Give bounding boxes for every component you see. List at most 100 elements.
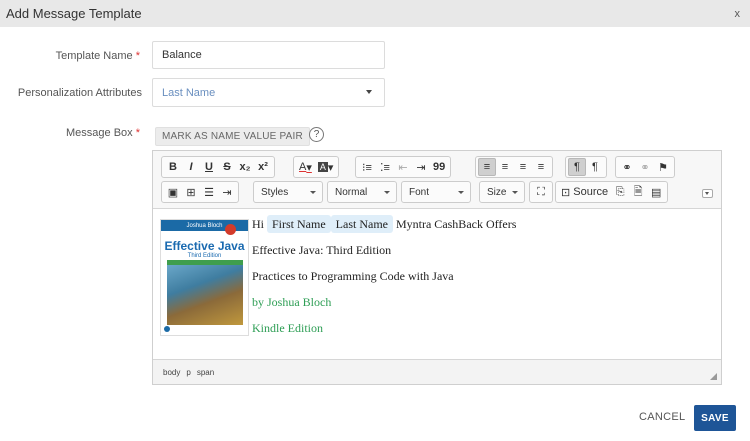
content-line-4: by Joshua Bloch [252, 295, 332, 309]
new-page-icon[interactable]: ▤ [647, 183, 665, 201]
edition-badge [225, 224, 236, 235]
align-center-button[interactable]: ≡ [496, 158, 514, 176]
outdent-button[interactable]: ⇤ [394, 158, 412, 176]
styles-dropdown-label: Styles [261, 186, 289, 198]
book-edition: Third Edition [187, 253, 222, 259]
rtl-button[interactable]: ¶ [586, 158, 604, 176]
help-icon[interactable]: ? [309, 127, 324, 142]
dialog-title: Add Message Template [6, 6, 142, 21]
content-line-5: Kindle Edition [252, 321, 323, 335]
last-name-token[interactable]: Last Name [330, 215, 393, 233]
chevron-down-icon [310, 191, 316, 194]
align-group: ≡ ≡ ≡ ≡ [475, 156, 553, 178]
editor-toolbar: B I U S x₂ x² A▾ A▾ ⁝≡ ⁚≡ ⇤ ⇥ 99 ≡ ≡ ≡ [153, 151, 721, 209]
align-left-button[interactable]: ≡ [478, 158, 496, 176]
format-dropdown[interactable]: Normal [327, 181, 397, 203]
personalization-label-text: Personalization Attributes [17, 87, 142, 99]
preview-icon[interactable]: 🗎 [629, 183, 647, 201]
editor-content[interactable]: Joshua Bloch Effective Java Third Editio… [153, 209, 721, 359]
table-icon[interactable]: ⊞ [182, 183, 200, 201]
personalization-label: Personalization Attributes [10, 87, 142, 99]
element-path-bar: body p span [153, 359, 721, 384]
image-icon[interactable]: ▣ [164, 183, 182, 201]
rich-text-editor: B I U S x₂ x² A▾ A▾ ⁝≡ ⁚≡ ⇤ ⇥ 99 ≡ ≡ ≡ [152, 150, 722, 385]
cancel-button[interactable]: CANCEL [639, 411, 685, 423]
maximize-group: ⛶ [529, 181, 553, 203]
source-button[interactable]: ⊡ Source [558, 183, 611, 201]
content-line-2: Effective Java: Third Edition [252, 243, 392, 257]
template-name-value: Balance [162, 49, 202, 61]
path-body[interactable]: body [163, 368, 180, 377]
bold-button[interactable]: B [164, 158, 182, 176]
format-dropdown-label: Normal [335, 186, 368, 198]
indent-button[interactable]: ⇥ [412, 158, 430, 176]
collapse-toolbar-icon[interactable] [702, 189, 713, 198]
direction-group: ¶ ¶ [565, 156, 607, 178]
cover-photo [167, 265, 243, 325]
book-cover-image: Joshua Bloch Effective Java Third Editio… [160, 219, 249, 336]
save-button[interactable]: SAVE [694, 405, 736, 431]
text-color-icon: A [299, 161, 307, 173]
italic-button[interactable]: I [182, 158, 200, 176]
numbered-list-button[interactable]: ⁝≡ [358, 158, 376, 176]
link-group: ⚭ ⚭ ⚑ [615, 156, 675, 178]
close-icon[interactable]: x [735, 8, 741, 20]
chevron-down-icon [512, 191, 518, 194]
font-dropdown[interactable]: Font [401, 181, 471, 203]
superscript-button[interactable]: x² [254, 158, 272, 176]
special-char-icon[interactable]: ⇥ [218, 183, 236, 201]
document-group: ⊡ Source ⎘ 🗎 ▤ [555, 181, 669, 203]
templates-icon[interactable]: ⎘ [611, 183, 629, 201]
text-color-button[interactable]: A ▾ [296, 158, 315, 176]
source-button-label: Source [573, 186, 609, 198]
justify-button[interactable]: ≡ [532, 158, 550, 176]
background-color-button[interactable]: A ▾ [315, 158, 337, 176]
resize-handle[interactable] [710, 373, 717, 380]
styles-dropdown[interactable]: Styles [253, 181, 323, 203]
basic-styles-group: B I U S x₂ x² [161, 156, 275, 178]
personalization-select[interactable]: Last Name [152, 78, 385, 107]
ltr-button[interactable]: ¶ [568, 158, 586, 176]
size-dropdown[interactable]: Size [479, 181, 525, 203]
background-color-icon: A [317, 162, 328, 172]
required-mark: * [135, 50, 140, 62]
strikethrough-button[interactable]: S [218, 158, 236, 176]
path-span[interactable]: span [197, 368, 214, 377]
required-mark: * [135, 127, 140, 139]
chevron-down-icon [384, 191, 390, 194]
insert-group: ▣ ⊞ ☰ ⇥ [161, 181, 239, 203]
message-box-label-text: Message Box [66, 127, 133, 139]
font-dropdown-label: Font [409, 186, 430, 198]
add-message-template-dialog: Add Message Template x Template Name * B… [0, 0, 750, 441]
bulleted-list-button[interactable]: ⁚≡ [376, 158, 394, 176]
offer-text: Myntra CashBack Offers [395, 217, 517, 231]
blockquote-button[interactable]: 99 [430, 158, 448, 176]
mark-as-name-value-pair-button[interactable]: MARK AS NAME VALUE PAIR [155, 127, 310, 146]
message-box-label: Message Box * [40, 127, 140, 139]
size-dropdown-label: Size [487, 186, 507, 198]
dialog-header: Add Message Template x [0, 0, 750, 27]
content-line-3: Practices to Programming Code with Java [252, 269, 454, 283]
list-group: ⁝≡ ⁚≡ ⇤ ⇥ 99 [355, 156, 452, 178]
link-button[interactable]: ⚭ [618, 158, 636, 176]
first-name-token[interactable]: First Name [267, 215, 331, 233]
chevron-down-icon [458, 191, 464, 194]
template-name-label: Template Name * [40, 50, 140, 62]
underline-button[interactable]: U [200, 158, 218, 176]
chevron-down-icon [366, 90, 372, 94]
book-title: Effective Java [164, 239, 245, 253]
path-p[interactable]: p [186, 368, 190, 377]
color-group: A ▾ A ▾ [293, 156, 340, 178]
template-name-label-text: Template Name [55, 50, 133, 62]
unlink-button[interactable]: ⚭ [636, 158, 654, 176]
align-right-button[interactable]: ≡ [514, 158, 532, 176]
personalization-selected: Last Name [162, 86, 216, 99]
anchor-button[interactable]: ⚑ [654, 158, 672, 176]
maximize-icon[interactable]: ⛶ [532, 183, 550, 201]
publisher-logo [164, 326, 170, 332]
template-name-input[interactable]: Balance [152, 41, 385, 69]
horizontal-rule-icon[interactable]: ☰ [200, 183, 218, 201]
subscript-button[interactable]: x₂ [236, 158, 254, 176]
content-line-1: Hi First Name Last Name Myntra CashBack O… [252, 215, 517, 233]
greeting-text: Hi [252, 217, 264, 231]
